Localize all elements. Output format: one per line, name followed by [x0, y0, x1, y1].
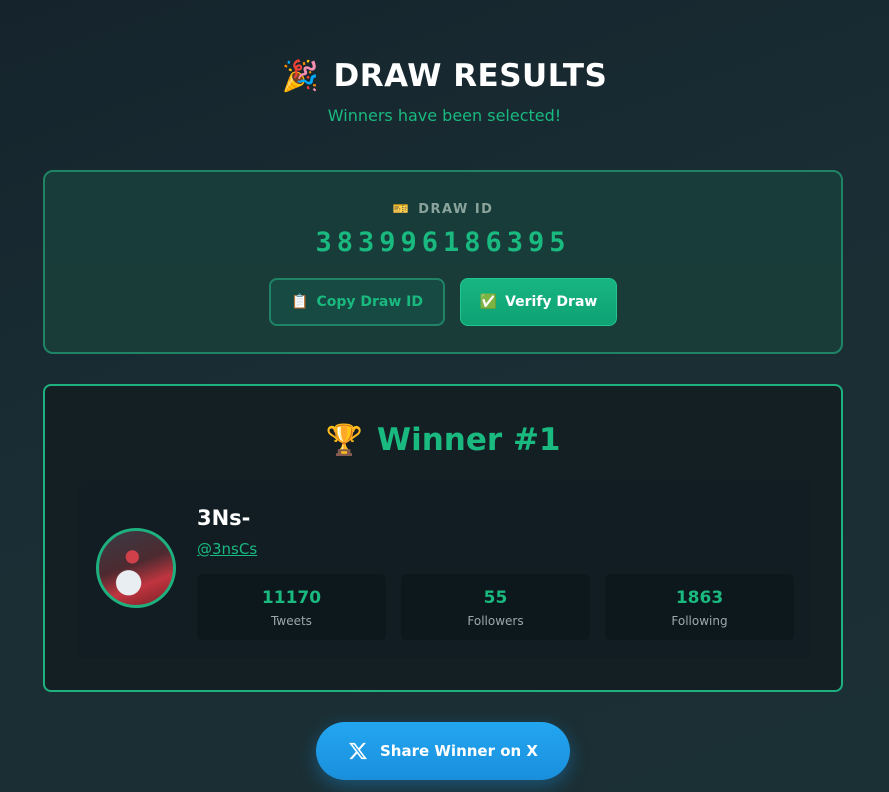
stat-value: 1863: [675, 588, 724, 608]
share-winner-button[interactable]: Share Winner on X: [316, 722, 570, 780]
results-header: 🎉 DRAW RESULTS Winners have been selecte…: [0, 58, 889, 125]
winner-card: 🏆 Winner #1 3Ns- @3nsCs 11170 Tweets 55 …: [43, 384, 843, 692]
stat-label: Tweets: [271, 614, 312, 628]
page-subtitle: Winners have been selected!: [327, 106, 562, 125]
stat-followers: 55 Followers: [401, 574, 590, 640]
copy-draw-id-label: Copy Draw ID: [316, 294, 423, 310]
winner-heading: 🏆 Winner #1: [45, 422, 841, 458]
page-title: 🎉 DRAW RESULTS: [282, 58, 608, 94]
check-mark-icon: ✅: [479, 294, 498, 310]
clipboard-icon: 📋: [291, 294, 309, 310]
party-popper-icon: 🎉: [281, 58, 320, 94]
draw-actions: 📋 Copy Draw ID ✅ Verify Draw: [45, 278, 841, 326]
winner-name: 3Ns-: [197, 506, 251, 530]
draw-id-label-text: DRAW ID: [418, 202, 494, 217]
stat-following: 1863 Following: [605, 574, 794, 640]
stat-value: 55: [483, 588, 508, 608]
avatar[interactable]: [96, 528, 176, 608]
verify-draw-label: Verify Draw: [505, 294, 598, 310]
draw-id-value: 383996186395: [315, 227, 571, 258]
draw-id-label: 🎫 DRAW ID: [45, 202, 841, 217]
page-title-text: DRAW RESULTS: [333, 58, 608, 94]
ticket-icon: 🎫: [392, 202, 411, 217]
verify-draw-button[interactable]: ✅ Verify Draw: [460, 278, 617, 326]
winner-handle-link[interactable]: @3nsCs: [197, 540, 257, 558]
winner-heading-text: Winner #1: [376, 422, 561, 458]
winner-stats: 11170 Tweets 55 Followers 1863 Following: [197, 574, 794, 640]
copy-draw-id-button[interactable]: 📋 Copy Draw ID: [269, 278, 445, 326]
stat-value: 11170: [261, 588, 322, 608]
stat-label: Following: [671, 614, 728, 628]
stat-tweets: 11170 Tweets: [197, 574, 386, 640]
winner-profile: 3Ns- @3nsCs 11170 Tweets 55 Followers 18…: [79, 480, 811, 658]
x-logo-icon: [349, 742, 368, 760]
stat-label: Followers: [467, 614, 524, 628]
draw-id-card: 🎫 DRAW ID 383996186395 📋 Copy Draw ID ✅ …: [43, 170, 843, 354]
trophy-icon: 🏆: [325, 422, 363, 458]
share-winner-label: Share Winner on X: [379, 742, 538, 760]
